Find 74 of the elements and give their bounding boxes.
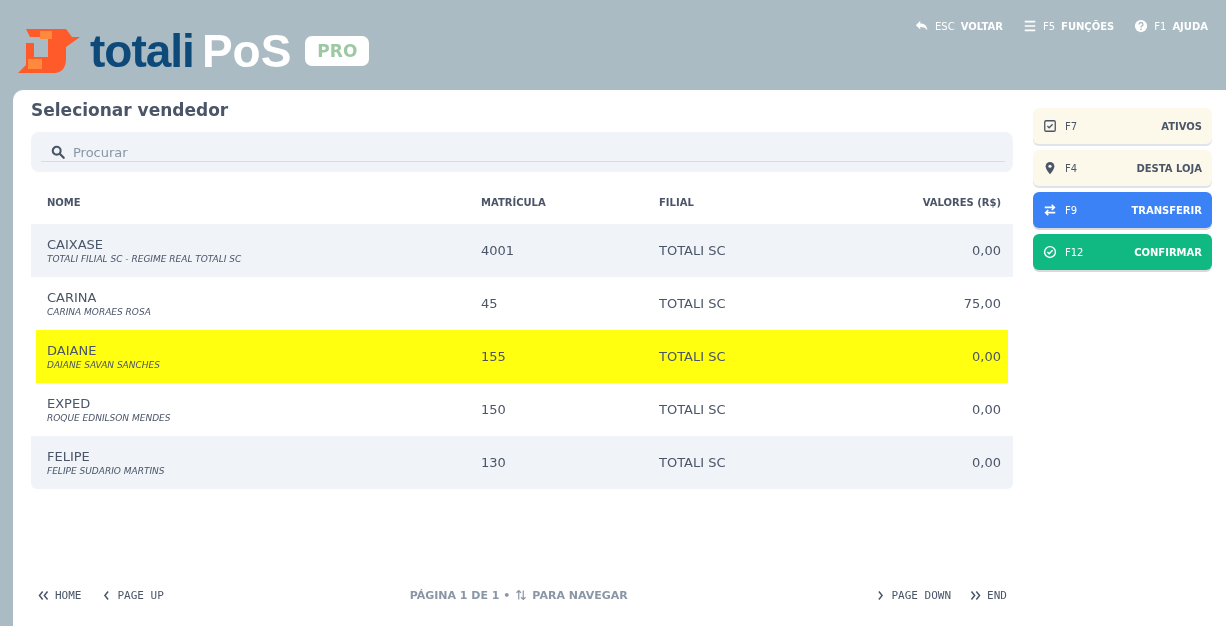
menu-icon: [1022, 19, 1037, 33]
action-label: CONFIRMAR: [1134, 246, 1202, 258]
table-cell-text: TOTALI SC: [659, 243, 727, 258]
column-header: MATRÍCULA: [481, 196, 547, 208]
table-cell-text: 155: [481, 349, 507, 364]
seller-name: DAIANE: [47, 343, 98, 358]
search-bar[interactable]: Procurar: [31, 132, 1013, 172]
pager-button[interactable]: END: [969, 588, 1007, 602]
shortcut-key-label: F12: [1065, 246, 1084, 258]
table-cell-text: 0,00: [971, 243, 1001, 258]
seller-full-name: CARINA MORAES ROSA: [47, 307, 152, 317]
shortcut-key-label: ESC: [935, 20, 955, 32]
shortcut-key-label: F4: [1065, 162, 1078, 174]
double-chevron-right-icon: [969, 588, 983, 602]
seller-full-name: TOTALI FILIAL SC - REGIME REAL TOTALI SC: [47, 254, 243, 264]
logo-product-text: PoS: [201, 24, 292, 78]
table-row[interactable]: CARINA CARINA MORAES ROSA 45 TOTALI SC 75,00: [31, 277, 1013, 330]
seller-name: FELIPE: [47, 449, 91, 464]
help-icon: [1134, 19, 1149, 33]
table-row[interactable]: FELIPE FELIPE SUDARIO MARTINS 130 TOTALI SC 0,00: [31, 436, 1013, 489]
pager-button[interactable]: PAGE UP: [99, 588, 164, 602]
pager-button[interactable]: HOME: [37, 588, 82, 602]
action-label: FUNÇÕES: [1061, 20, 1115, 32]
shortcut-key-label: F9: [1065, 204, 1078, 216]
seller-full-name: DAIANE SAVAN SANCHES: [47, 360, 161, 370]
search-icon: [51, 145, 65, 159]
table-cell-text: 0,00: [971, 402, 1001, 417]
side-action-button[interactable]: F4 DESTA LOJA: [1033, 150, 1212, 186]
check-circle-icon: [1043, 245, 1057, 259]
action-label: ATIVOS: [1161, 120, 1202, 132]
checkbox-icon: [1043, 119, 1057, 133]
side-action-button[interactable]: F9 TRANSFERIR: [1033, 192, 1212, 228]
navigation-hint: PARA NAVEGAR: [532, 588, 628, 602]
action-label: TRANSFERIR: [1131, 204, 1202, 216]
shortcut-key-label: F7: [1065, 120, 1078, 132]
logo-brand-text: totali: [90, 24, 194, 78]
table-cell-text: 75,00: [962, 296, 1001, 311]
table-cell-text: 4001: [481, 243, 516, 258]
seller-name: EXPED: [47, 396, 92, 411]
side-action-button[interactable]: F7 ATIVOS: [1033, 108, 1212, 144]
table-row[interactable]: EXPED ROQUE EDNILSON MENDES 150 TOTALI SC 0,00: [31, 383, 1013, 436]
seller-name: CARINA: [47, 290, 98, 305]
pager-button[interactable]: PAGE DOWN: [873, 588, 952, 602]
shortcut-key-label: F5: [1042, 20, 1056, 32]
table-cell-text: 0,00: [971, 349, 1001, 364]
table-row[interactable]: CAIXASE TOTALI FILIAL SC - REGIME REAL TOTALI SC 4001 TOTALI SC 0,00: [31, 224, 1013, 277]
double-chevron-left-icon: [37, 588, 50, 602]
table-cell-text: TOTALI SC: [659, 296, 727, 311]
pro-badge: PRO: [305, 36, 370, 66]
seller-full-name: ROQUE EDNILSON MENDES: [47, 413, 172, 423]
table-cell-text: 130: [481, 455, 507, 470]
shortcut-key-label: F1: [1154, 20, 1167, 32]
column-header: NOME: [47, 196, 82, 208]
column-header: VALORES (R$): [921, 196, 1001, 208]
table-row[interactable]: DAIANE DAIANE SAVAN SANCHES 155 TOTALI SC 0,00: [36, 330, 1008, 383]
action-label: AJUDA: [1172, 20, 1208, 32]
logo-icon: [16, 29, 82, 73]
table-cell-text: TOTALI SC: [659, 349, 727, 364]
action-label: VOLTAR: [960, 20, 1003, 32]
table-cell-text: TOTALI SC: [659, 402, 727, 417]
table-cell-text: 0,00: [971, 455, 1001, 470]
page-title: Selecionar vendedor: [31, 100, 230, 120]
column-header: FILIAL: [659, 196, 695, 208]
up-down-arrows-icon: [515, 589, 528, 601]
table-cell-text: 45: [481, 296, 499, 311]
search-field[interactable]: Procurar: [71, 143, 1005, 161]
swap-arrows-icon: [1043, 203, 1057, 217]
action-label: DESTA LOJA: [1136, 162, 1202, 174]
table-cell-text: TOTALI SC: [659, 455, 727, 470]
table-cell-text: 150: [481, 402, 507, 417]
location-pin-icon: [1043, 161, 1057, 175]
seller-full-name: FELIPE SUDARIO MARTINS: [47, 466, 166, 476]
page-status-text: PÁGINA 1 DE 1 •: [409, 588, 511, 602]
seller-name: CAIXASE: [47, 237, 105, 252]
